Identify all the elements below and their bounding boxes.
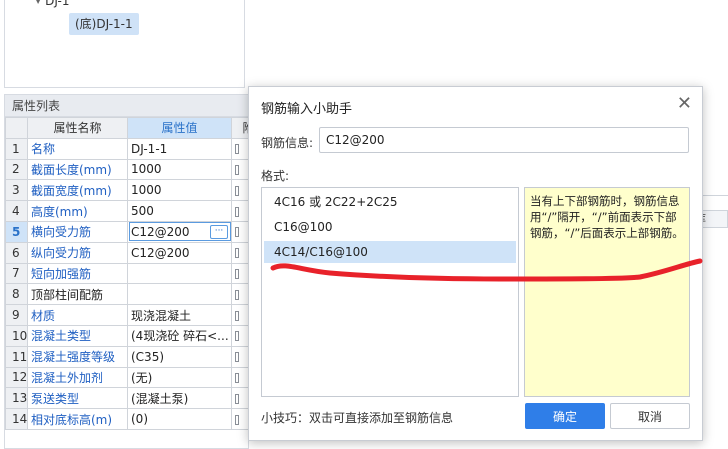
property-value[interactable]: 1000	[127, 158, 232, 181]
checkbox-icon[interactable]	[235, 331, 239, 342]
cancel-button[interactable]: 取消	[610, 403, 690, 429]
close-icon[interactable]: ✕	[677, 93, 692, 115]
row-number: 7	[5, 262, 28, 285]
table-row[interactable]: 13 泵送类型 (混凝土泵)	[5, 387, 266, 410]
tree-node-root[interactable]: ▼ DJ-1	[35, 0, 69, 8]
table-row[interactable]: 1 名称 DJ-1-1	[5, 137, 266, 160]
property-value[interactable]: (混凝土泵)	[127, 387, 232, 410]
property-value-editing[interactable]: C12@200 ···	[127, 220, 232, 243]
table-row[interactable]: 8 顶部柱间配筋	[5, 283, 266, 306]
row-number: 2	[5, 158, 28, 181]
checkbox-icon[interactable]	[235, 310, 239, 321]
table-row[interactable]: 4 高度(mm) 500	[5, 200, 266, 222]
property-name: 截面宽度(mm)	[27, 179, 128, 202]
property-name: 混凝土强度等级	[27, 345, 128, 368]
row-number: 3	[5, 179, 28, 202]
table-row[interactable]: 3 截面宽度(mm) 1000	[5, 179, 266, 202]
table-header-row: 属性名称 属性值 附	[5, 117, 266, 139]
property-name: 短向加强筋	[27, 262, 128, 285]
header-index	[5, 117, 28, 139]
table-row[interactable]: 2 截面长度(mm) 1000	[5, 158, 266, 181]
rebar-info-label: 钢筋信息:	[261, 136, 314, 150]
collapse-caret-icon[interactable]: ▼	[35, 0, 41, 5]
format-list-item[interactable]: C16@100	[262, 216, 518, 238]
property-value[interactable]: (0)	[127, 408, 232, 430]
tree-node-selected[interactable]: (底)DJ-1-1	[69, 13, 139, 35]
ok-button[interactable]: 确定	[525, 403, 605, 429]
format-list-item-selected[interactable]: 4C14/C16@100	[264, 241, 516, 263]
checkbox-icon[interactable]	[235, 144, 239, 155]
table-row[interactable]: 10 混凝土类型 (4现浇砼 碎石<...	[5, 324, 266, 347]
property-value[interactable]: 现浇混凝土	[127, 304, 232, 326]
property-name: 截面长度(mm)	[27, 158, 128, 181]
checkbox-icon[interactable]	[235, 352, 239, 363]
row-number: 13	[5, 387, 28, 410]
checkbox-icon[interactable]	[235, 372, 239, 383]
header-value[interactable]: 属性值	[127, 117, 232, 139]
property-name: 顶部柱间配筋	[27, 283, 128, 306]
property-value[interactable]: 500	[127, 200, 232, 222]
property-name: 混凝土外加剂	[27, 366, 128, 389]
property-value[interactable]: (4现浇砼 碎石<...	[127, 324, 232, 347]
dialog-title: 钢筋输入小助手	[261, 102, 353, 117]
checkbox-icon[interactable]	[235, 248, 239, 259]
row-number: 6	[5, 241, 28, 264]
table-row-selected[interactable]: 5 横向受力筋 C12@200 ···	[5, 220, 266, 243]
header-name[interactable]: 属性名称	[27, 117, 128, 139]
property-name: 高度(mm)	[27, 200, 128, 222]
row-number: 10	[5, 324, 28, 347]
table-row[interactable]: 9 材质 现浇混凝土	[5, 304, 266, 326]
row-number: 4	[5, 200, 28, 222]
component-tree: ▼ DJ-1 (底)DJ-1-1	[4, 0, 245, 88]
tip-text: 小技巧：双击可直接添加至钢筋信息	[261, 411, 454, 425]
rebar-input-helper-dialog: 钢筋输入小助手 ✕ 钢筋信息: C12@200 格式: 4C16 或 2C22+…	[248, 86, 703, 441]
property-table: 属性名称 属性值 附 1 名称 DJ-1-1 2 截面长度(mm) 1000 3…	[5, 117, 266, 430]
table-row[interactable]: 12 混凝土外加剂 (无)	[5, 366, 266, 389]
format-help-text: 当有上下部钢筋时，钢筋信息用“/”隔开，“/”前面表示下部钢筋，“/”后面表示上…	[524, 187, 690, 397]
property-name: 混凝土类型	[27, 324, 128, 347]
row-number: 8	[5, 283, 28, 306]
property-panel-title: 属性列表	[5, 95, 248, 117]
checkbox-icon[interactable]	[235, 227, 239, 238]
row-number: 12	[5, 366, 28, 389]
rebar-info-input[interactable]: C12@200	[319, 127, 689, 153]
more-options-button[interactable]: ···	[210, 224, 228, 239]
row-number: 1	[5, 137, 28, 160]
property-value[interactable]: 1000	[127, 179, 232, 202]
format-list[interactable]: 4C16 或 2C22+2C25 C16@100 4C14/C16@100	[261, 187, 519, 397]
checkbox-icon[interactable]	[235, 414, 239, 425]
table-row[interactable]: 14 相对底标高(m) (0)	[5, 408, 266, 430]
property-name: 名称	[27, 137, 128, 160]
property-name: 相对底标高(m)	[27, 408, 128, 430]
property-value[interactable]	[127, 283, 232, 306]
property-value-text[interactable]: C12@200	[131, 225, 190, 239]
property-name: 纵向受力筋	[27, 241, 128, 264]
checkbox-icon[interactable]	[235, 268, 239, 279]
property-value[interactable]: DJ-1-1	[127, 137, 232, 160]
checkbox-icon[interactable]	[235, 206, 239, 217]
row-number: 14	[5, 408, 28, 430]
table-row[interactable]: 7 短向加强筋	[5, 262, 266, 285]
property-name: 横向受力筋	[27, 220, 128, 243]
property-name: 材质	[27, 304, 128, 326]
property-value[interactable]: (无)	[127, 366, 232, 389]
row-number: 5	[5, 220, 28, 243]
checkbox-icon[interactable]	[235, 185, 239, 196]
format-label: 格式:	[261, 169, 290, 183]
format-list-item[interactable]: 4C16 或 2C22+2C25	[262, 191, 518, 213]
tree-node-root-label: DJ-1	[45, 0, 70, 8]
checkbox-icon[interactable]	[235, 289, 239, 300]
row-number: 9	[5, 304, 28, 326]
checkbox-icon[interactable]	[235, 164, 239, 175]
property-panel: 属性列表 属性名称 属性值 附 1 名称 DJ-1-1 2 截面长度(mm) 1…	[4, 94, 266, 449]
property-value[interactable]	[127, 262, 232, 285]
row-number: 11	[5, 345, 28, 368]
checkbox-icon[interactable]	[235, 393, 239, 404]
property-name: 泵送类型	[27, 387, 128, 410]
table-row[interactable]: 6 纵向受力筋 C12@200	[5, 241, 266, 264]
property-value[interactable]: (C35)	[127, 345, 232, 368]
table-row[interactable]: 11 混凝土强度等级 (C35)	[5, 345, 266, 368]
property-value[interactable]: C12@200	[127, 241, 232, 264]
